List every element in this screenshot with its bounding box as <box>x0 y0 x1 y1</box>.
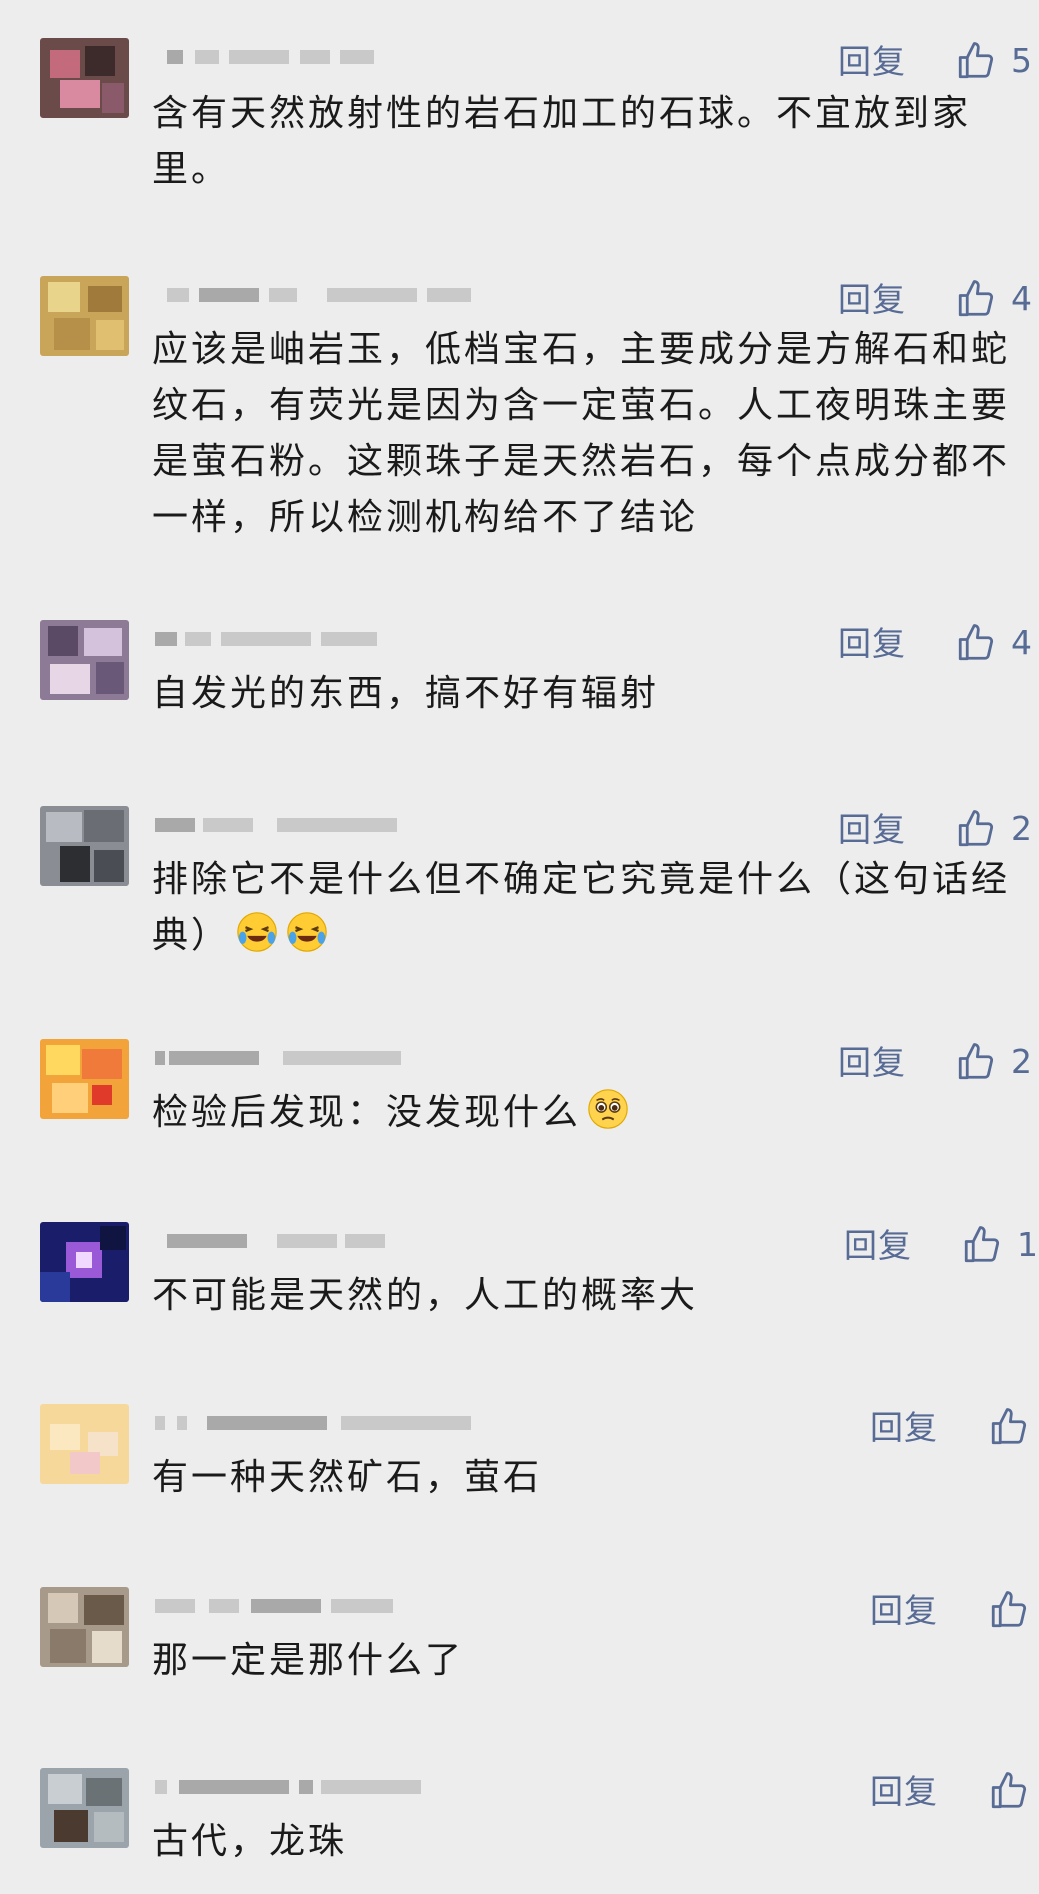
like-button[interactable] <box>988 1589 1030 1631</box>
crying-laughing-emoji <box>237 912 277 952</box>
like-count: 2 <box>1011 1042 1032 1081</box>
like-count: 5 <box>1011 41 1032 80</box>
like-button[interactable]: 2 <box>955 1041 1032 1083</box>
like-button[interactable]: 4 <box>955 278 1032 320</box>
thumbs-up-icon <box>958 42 994 79</box>
comment-text: 含有天然放射性的岩石加工的石球。不宜放到家里。 <box>152 93 972 190</box>
reply-button[interactable]: 回复 <box>870 1591 938 1631</box>
thumbs-up-icon <box>991 1772 1027 1809</box>
comment-text: 检验后发现：没发现什么 <box>152 1085 1012 1141</box>
avatar[interactable] <box>40 806 129 886</box>
reply-button[interactable]: 回复 <box>838 42 906 82</box>
pleading-face-emoji <box>588 1089 628 1129</box>
like-button[interactable]: 5 <box>955 40 1032 82</box>
comment-text: 那一定是那什么了 <box>152 1640 465 1681</box>
thumbs-up-icon <box>958 280 994 317</box>
like-button[interactable]: 1 <box>961 1224 1038 1266</box>
reply-button[interactable]: 回复 <box>838 624 906 664</box>
comment-text: 古代，龙珠 <box>152 1821 348 1862</box>
crying-laughing-emoji <box>287 912 327 952</box>
thumbs-up-icon <box>964 1226 1000 1263</box>
like-button[interactable]: 4 <box>955 622 1032 664</box>
thumbs-up-icon <box>958 810 994 847</box>
reply-button[interactable]: 回复 <box>844 1226 912 1266</box>
avatar[interactable] <box>40 1039 129 1119</box>
avatar[interactable] <box>40 276 129 356</box>
like-count: 1 <box>1017 1225 1038 1264</box>
comment-text-body: 排除它不是什么但不确定它究竟是什么（这句话经典） <box>152 859 1011 956</box>
comment-text-body: 检验后发现：没发现什么 <box>152 1092 582 1133</box>
avatar[interactable] <box>40 1768 129 1848</box>
reply-button[interactable]: 回复 <box>838 280 906 320</box>
comment-text: 不可能是天然的，人工的概率大 <box>152 1275 699 1316</box>
like-count: 4 <box>1011 623 1032 662</box>
comment-text: 自发光的东西，搞不好有辐射 <box>152 673 660 714</box>
like-count: 2 <box>1011 809 1032 848</box>
like-button[interactable] <box>988 1770 1030 1812</box>
reply-button[interactable]: 回复 <box>838 810 906 850</box>
thumbs-up-icon <box>991 1408 1027 1445</box>
reply-button[interactable]: 回复 <box>870 1408 938 1448</box>
like-button[interactable] <box>988 1406 1030 1448</box>
like-count: 4 <box>1011 279 1032 318</box>
reply-button[interactable]: 回复 <box>870 1772 938 1812</box>
avatar[interactable] <box>40 1222 129 1302</box>
avatar[interactable] <box>40 1404 129 1484</box>
thumbs-up-icon <box>958 1043 994 1080</box>
comment-text: 有一种天然矿石，萤石 <box>152 1457 543 1498</box>
avatar[interactable] <box>40 38 129 118</box>
avatar[interactable] <box>40 620 129 700</box>
comment-text: 应该是岫岩玉，低档宝石，主要成分是方解石和蛇纹石，有荧光是因为含一定萤石。人工夜… <box>152 329 1011 538</box>
comment-text: 排除它不是什么但不确定它究竟是什么（这句话经典） <box>152 852 1012 964</box>
thumbs-up-icon <box>991 1591 1027 1628</box>
reply-button[interactable]: 回复 <box>838 1043 906 1083</box>
like-button[interactable]: 2 <box>955 808 1032 850</box>
thumbs-up-icon <box>958 624 994 661</box>
avatar[interactable] <box>40 1587 129 1667</box>
